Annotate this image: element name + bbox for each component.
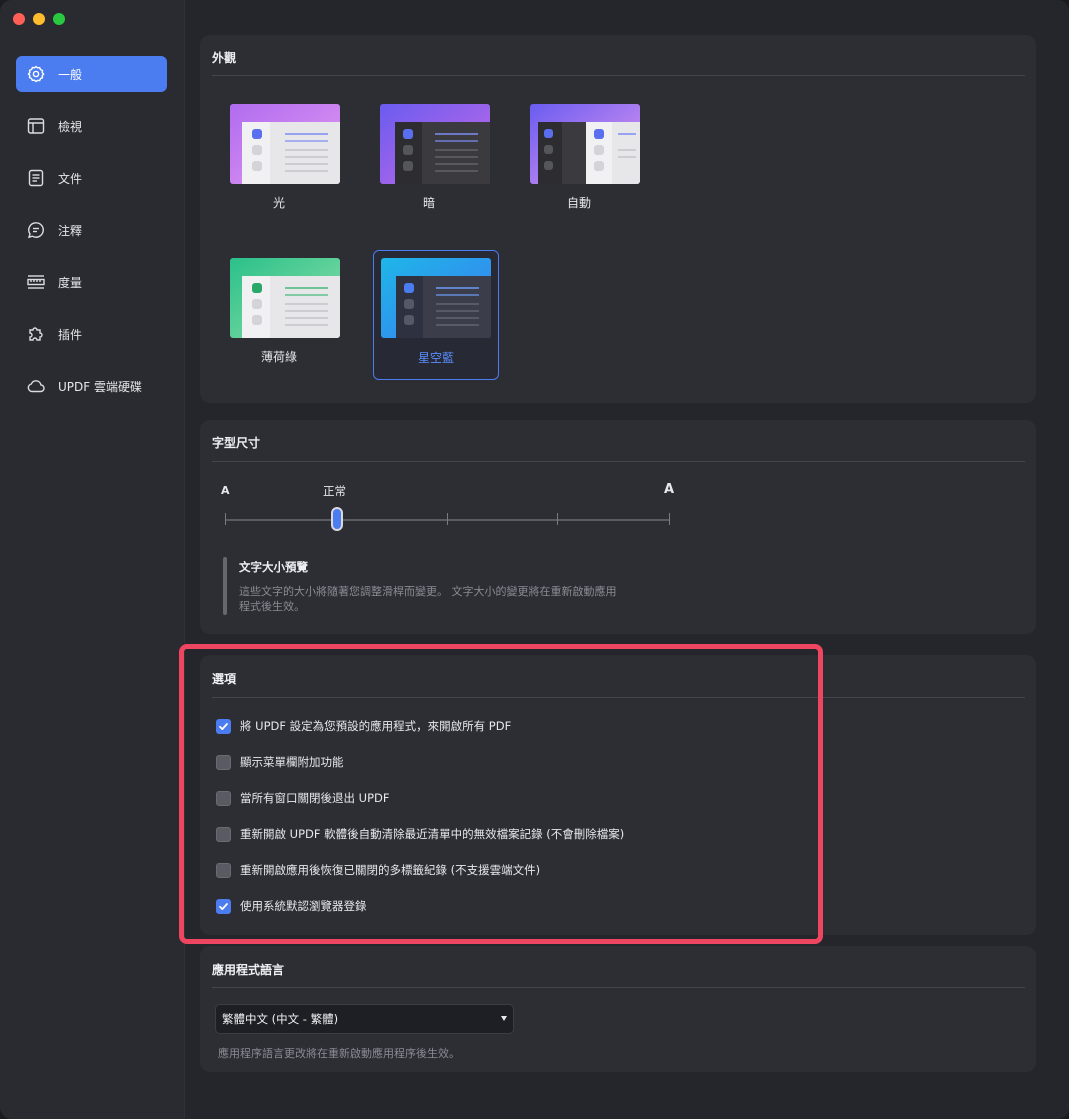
sidebar-item-label: 檢視: [58, 119, 83, 134]
ruler-icon: [26, 272, 46, 292]
theme-light-preview: [230, 104, 340, 184]
slider-tick: [557, 513, 558, 525]
divider: [212, 75, 1025, 76]
theme-dark-preview: [380, 104, 490, 184]
divider: [212, 461, 1025, 462]
language-select-value: 繁體中文 (中文 - 繁體): [222, 1012, 339, 1026]
language-select[interactable]: 繁體中文 (中文 - 繁體): [215, 1004, 514, 1034]
divider: [212, 987, 1025, 988]
font-size-title: 字型尺寸: [212, 436, 261, 450]
preview-quote-bar: [223, 557, 227, 615]
font-size-max-label: A: [664, 482, 675, 497]
highlight-box: [179, 644, 823, 944]
document-icon: [26, 168, 46, 188]
theme-label: 星空藍: [417, 351, 454, 365]
gear-icon: [26, 64, 46, 84]
sidebar-item-plugins[interactable]: 插件: [16, 316, 167, 352]
sidebar-item-general[interactable]: 一般: [16, 56, 167, 92]
sidebar-nav: 一般 檢視 文件 注釋 度量 插件 UPDF 雲端硬碟: [16, 56, 167, 420]
puzzle-icon: [26, 324, 46, 344]
sidebar-item-label: UPDF 雲端硬碟: [58, 379, 142, 394]
theme-mint-preview: [230, 258, 340, 338]
window-controls: [13, 13, 65, 25]
sidebar-item-view[interactable]: 檢視: [16, 108, 167, 144]
preview-text-line1: 這些文字的大小將隨著您調整滑桿而變更。 文字大小的變更將在重新啟動應用: [239, 585, 617, 598]
preview-title: 文字大小預覽: [239, 560, 308, 574]
appearance-title: 外觀: [212, 51, 237, 65]
sidebar-item-label: 一般: [58, 67, 83, 82]
sidebar-item-label: 文件: [58, 171, 83, 186]
sidebar-item-label: 度量: [58, 275, 83, 290]
slider-tick: [225, 513, 226, 525]
theme-light[interactable]: 光: [216, 94, 342, 224]
preview-text-line2: 程式後生效。: [239, 600, 305, 613]
theme-label: 自動: [566, 196, 591, 210]
theme-starry-blue-preview: [381, 258, 491, 338]
theme-label: 薄荷綠: [260, 350, 297, 364]
sidebar-item-document[interactable]: 文件: [16, 160, 167, 196]
minimize-window-button[interactable]: [33, 13, 45, 25]
theme-auto-preview: [530, 104, 640, 184]
theme-label: 光: [272, 196, 285, 210]
theme-starry-blue[interactable]: 星空藍: [373, 250, 499, 380]
sidebar-item-label: 注釋: [58, 223, 83, 238]
language-note: 應用程序語言更改將在重新啟動應用程序後生效。: [218, 1047, 460, 1060]
chevron-down-icon: [501, 1016, 507, 1021]
theme-label: 暗: [422, 196, 435, 210]
sidebar-item-label: 插件: [58, 327, 83, 342]
comment-icon: [26, 220, 46, 240]
close-window-button[interactable]: [13, 13, 25, 25]
sidebar-item-cloud[interactable]: UPDF 雲端硬碟: [16, 368, 167, 404]
theme-auto[interactable]: 自動: [516, 94, 642, 224]
font-size-current-label: 正常: [323, 484, 346, 498]
slider-tick: [447, 513, 448, 525]
font-size-min-label: A: [221, 484, 230, 497]
sidebar: 一般 檢視 文件 注釋 度量 插件 UPDF 雲端硬碟: [0, 0, 185, 1119]
sidebar-item-measure[interactable]: 度量: [16, 264, 167, 300]
appearance-panel: 外觀 光 暗 自動 薄荷綠 星空藍: [200, 35, 1036, 403]
language-title: 應用程式語言: [212, 963, 285, 977]
font-size-panel: 字型尺寸: [200, 420, 1036, 634]
theme-dark[interactable]: 暗: [366, 94, 492, 224]
preferences-window: 一般 檢視 文件 注釋 度量 插件 UPDF 雲端硬碟 外觀 光 暗 自動 薄荷…: [0, 0, 1069, 1119]
layout-icon: [26, 116, 46, 136]
theme-mint[interactable]: 薄荷綠: [216, 248, 342, 378]
font-size-slider-thumb[interactable]: [331, 507, 343, 531]
settings-content: 外觀 光 暗 自動 薄荷綠 星空藍 字型尺寸 A A 正常 文字大小預覽 這些文…: [185, 0, 1069, 1119]
slider-tick: [669, 513, 670, 525]
cloud-icon: [26, 376, 46, 396]
zoom-window-button[interactable]: [53, 13, 65, 25]
sidebar-item-comment[interactable]: 注釋: [16, 212, 167, 248]
